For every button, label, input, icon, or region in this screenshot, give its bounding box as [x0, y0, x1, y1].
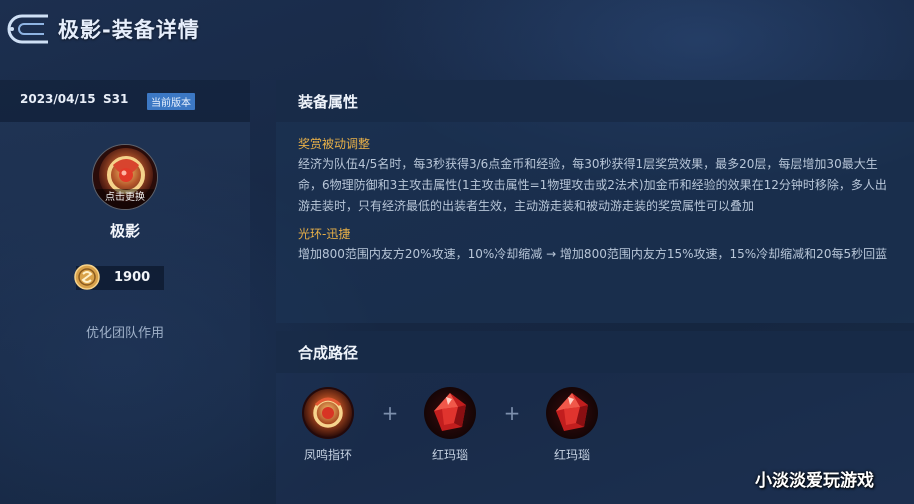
attributes-section: 装备属性 奖赏被动调整 经济为队伍4/5名时，每3秒获得3/6点金币和经验，每3… — [276, 80, 914, 323]
recipe-item-red-agate[interactable]: 红玛瑙 — [415, 387, 485, 467]
item-name: 极影 — [109, 222, 140, 240]
recipe-header: 合成路径 — [276, 331, 914, 373]
item-description: 优化团队作用 — [85, 326, 164, 341]
attributes-list: 奖赏被动调整 经济为队伍4/5名时，每3秒获得3/6点金币和经验，每30秒获得1… — [298, 135, 898, 273]
change-item-caption: 点击更换 — [93, 189, 157, 209]
red-agate-icon — [546, 387, 598, 439]
version-season: S31 — [103, 92, 129, 106]
item-summary-panel: 2023/04/15 S31 当前版本 点击更换 极影 1900 优化团队作用 — [0, 80, 250, 504]
attribute-text: 经济为队伍4/5名时，每3秒获得3/6点金币和经验，每30秒获得1层奖赏效果，最… — [298, 157, 887, 213]
item-price: 1900 — [114, 270, 151, 285]
recipe-item-label: 凤鸣指环 — [303, 448, 352, 462]
back-button[interactable] — [4, 12, 54, 46]
attributes-heading: 装备属性 — [298, 93, 359, 111]
header: 极影-装备详情 — [0, 0, 914, 62]
price-box: 1900 — [74, 264, 164, 290]
version-bar: 2023/04/15 S31 当前版本 — [0, 80, 250, 122]
attribute-name: 光环-迅捷 — [298, 227, 351, 241]
attribute-name: 奖赏被动调整 — [298, 137, 371, 151]
recipe-item-phoenix-ring[interactable]: 凤鸣指环 — [293, 387, 363, 467]
recipe-heading: 合成路径 — [298, 344, 359, 362]
recipe-item-label: 红玛瑙 — [431, 448, 468, 462]
plus-sign: + — [503, 401, 521, 425]
back-arrow-icon — [7, 14, 48, 44]
watermark: 小淡淡爱玩游戏 — [755, 471, 874, 491]
phoenix-ring-icon — [302, 387, 354, 439]
recipe-item-red-agate[interactable]: 红玛瑙 — [537, 387, 607, 467]
gold-coin-icon — [74, 264, 100, 290]
attribute-text: 增加800范围内友方20%攻速，10%冷却缩减 → 增加800范围内友方15%攻… — [298, 247, 888, 261]
item-portrait[interactable]: 点击更换 — [92, 144, 158, 210]
recipe-item-label: 红玛瑙 — [553, 448, 590, 462]
red-agate-icon — [424, 387, 476, 439]
attributes-header: 装备属性 — [276, 80, 914, 122]
current-version-badge: 当前版本 — [147, 93, 195, 110]
plus-sign: + — [381, 401, 399, 425]
version-date: 2023/04/15 — [20, 92, 96, 106]
page-title: 极影-装备详情 — [58, 18, 200, 42]
